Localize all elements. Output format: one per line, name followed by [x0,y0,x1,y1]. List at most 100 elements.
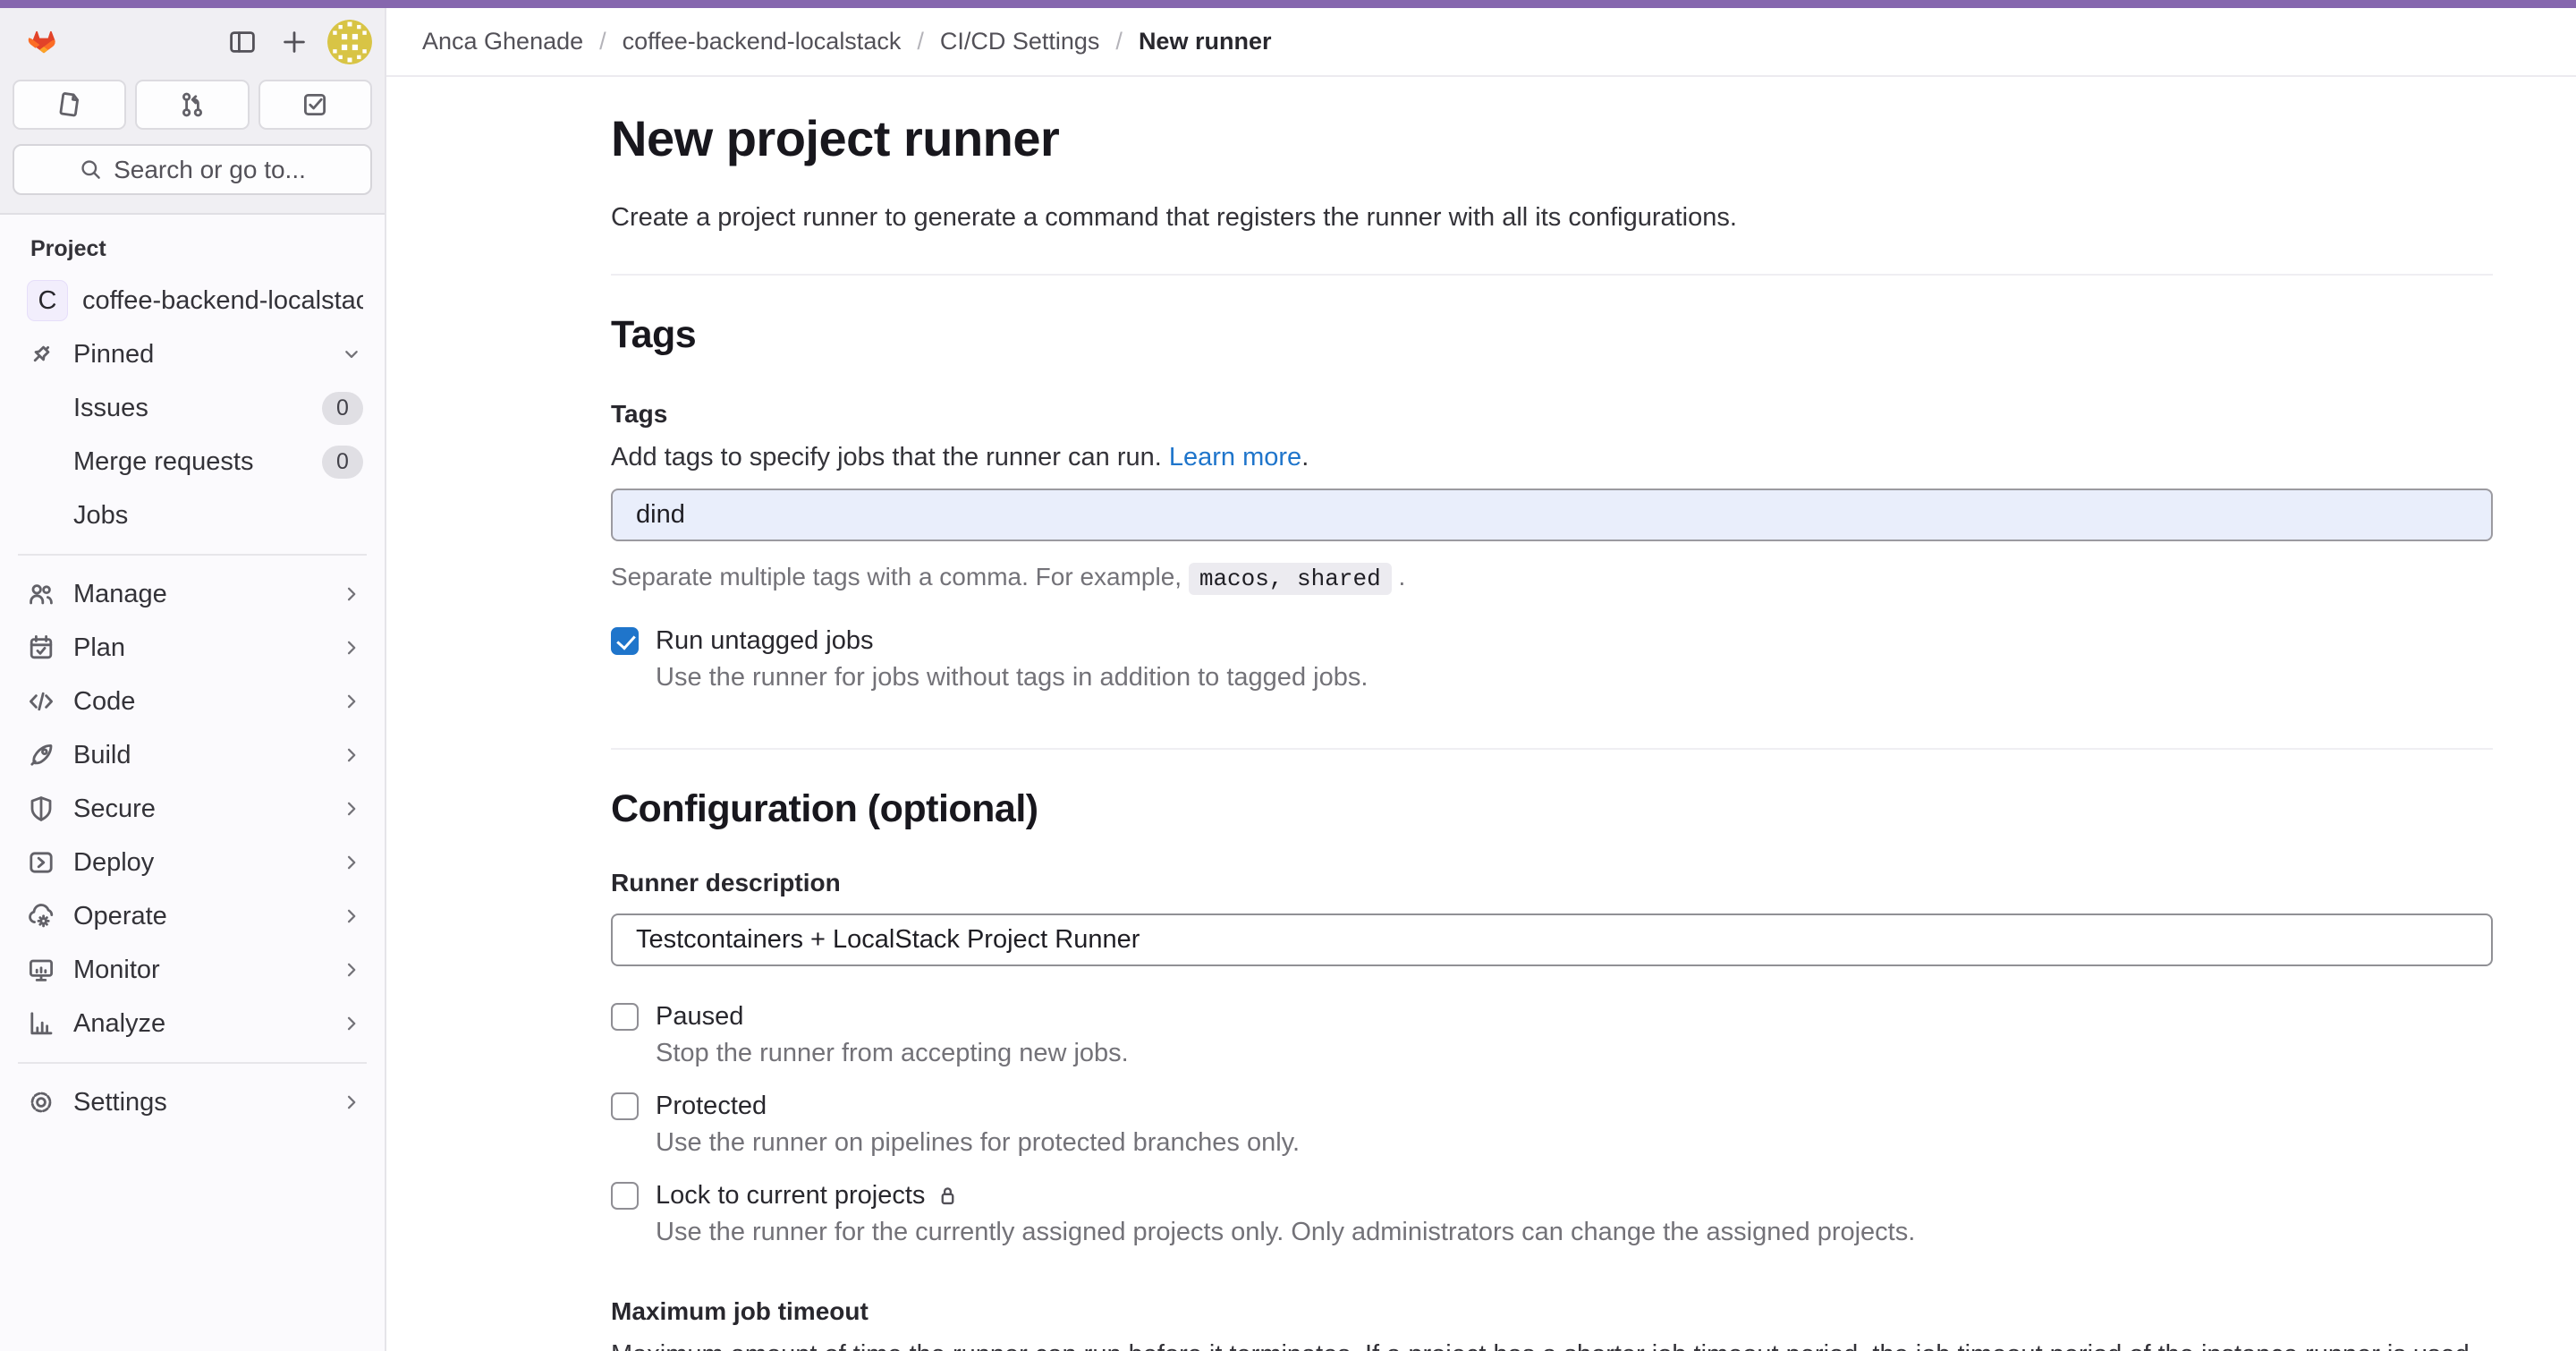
paused-help: Stop the runner from accepting new jobs. [656,1039,2493,1068]
window-accent-bar [0,0,2576,8]
sidebar-item-plan[interactable]: Plan [7,622,377,674]
max-job-timeout-description: Maximum amount of time the runner can ru… [611,1340,2493,1351]
breadcrumb: Anca Ghenade / coffee-backend-localstack… [422,28,1271,55]
max-job-timeout-label: Maximum job timeout [611,1297,2493,1326]
tanuki-icon [21,20,66,64]
todo-check-icon [301,90,329,119]
sidebar-item-project[interactable]: C coffee-backend-localstack [7,275,377,327]
create-new-button[interactable] [268,16,320,68]
project-name: coffee-backend-localstack [82,286,363,316]
run-untagged-jobs-checkbox[interactable] [611,627,639,655]
run-untagged-jobs-checkbox-row[interactable]: Run untagged jobs [611,626,2493,656]
code-icon [27,687,55,716]
protected-checkbox-row[interactable]: Protected [611,1092,2493,1121]
monitor-icon [27,956,55,984]
sidebar-item-build[interactable]: Build [7,729,377,781]
breadcrumb-item-cicd-settings[interactable]: CI/CD Settings [940,28,1100,55]
lock-to-projects-checkbox[interactable] [611,1182,639,1210]
protected-help: Use the runner on pipelines for protecte… [656,1128,2493,1158]
learn-more-link[interactable]: Learn more [1169,443,1301,472]
topbar: Anca Ghenade / coffee-backend-localstack… [386,8,2576,77]
page-title: New project runner [611,109,2493,167]
deploy-icon [27,848,55,877]
issues-count-badge: 0 [322,392,363,425]
shortcut-todos-button[interactable] [258,80,372,130]
breadcrumb-item-project[interactable]: coffee-backend-localstack [623,28,902,55]
configuration-section-heading: Configuration (optional) [611,787,2493,831]
sidebar-item-merge-requests[interactable]: Merge requests 0 [7,436,377,488]
sidebar-item-pinned[interactable]: Pinned [7,328,377,380]
lock-icon [936,1184,960,1208]
sidebar-header: Search or go to... [0,8,385,215]
runner-description-label: Runner description [611,869,2493,897]
sidebar-item-monitor[interactable]: Monitor [7,944,377,996]
main-content: New project runner Create a project runn… [388,77,2576,1351]
tags-example-code: macos, shared [1189,563,1392,595]
breadcrumb-separator: / [917,28,924,55]
sidebar-item-manage[interactable]: Manage [7,568,377,620]
chevron-right-icon [340,797,363,820]
chevron-right-icon [340,690,363,713]
paused-checkbox-row[interactable]: Paused [611,1002,2493,1032]
toggle-sidebar-button[interactable] [216,16,268,68]
sidebar-item-jobs[interactable]: Jobs [7,489,377,541]
runner-description-input[interactable] [611,913,2493,966]
cloud-gear-icon [27,902,55,930]
breadcrumb-separator: / [599,28,606,55]
shortcut-merge-requests-button[interactable] [135,80,249,130]
chevron-right-icon [340,1091,363,1114]
section-divider [611,274,2493,276]
protected-checkbox[interactable] [611,1092,639,1120]
breadcrumb-item-current: New runner [1139,28,1272,55]
tags-hint: Separate multiple tags with a comma. For… [611,563,2493,592]
issues-icon [55,90,84,119]
shield-icon [27,794,55,823]
search-input[interactable]: Search or go to... [13,144,372,195]
sidebar: Search or go to... Project C coffee-back… [0,8,386,1351]
merge-request-icon [178,90,207,119]
bar-chart-icon [27,1009,55,1038]
sidebar-item-operate[interactable]: Operate [7,890,377,942]
sidebar-divider [18,554,367,556]
lock-to-projects-checkbox-row[interactable]: Lock to current projects [611,1181,2493,1211]
user-avatar[interactable] [327,20,372,64]
pinned-label: Pinned [73,340,340,370]
chevron-right-icon [340,905,363,928]
sidebar-panel-icon [228,28,257,56]
search-icon [79,157,103,182]
sidebar-item-code[interactable]: Code [7,676,377,727]
chevron-right-icon [340,636,363,659]
tags-input[interactable] [611,489,2493,541]
pin-icon [27,340,55,369]
tags-field-help: Add tags to specify jobs that the runner… [611,443,2493,472]
plus-icon [280,28,309,56]
sidebar-section-label: Project [7,229,377,275]
runner-options: Paused Stop the runner from accepting ne… [611,1002,2493,1247]
sidebar-item-settings[interactable]: Settings [7,1076,377,1128]
paused-label: Paused [656,1002,743,1032]
breadcrumb-item-user[interactable]: Anca Ghenade [422,28,583,55]
calendar-check-icon [27,633,55,662]
sidebar-item-secure[interactable]: Secure [7,783,377,835]
users-icon [27,580,55,608]
gitlab-logo[interactable] [21,20,68,64]
search-placeholder: Search or go to... [114,156,306,184]
paused-checkbox[interactable] [611,1003,639,1031]
merge-requests-count-badge: 0 [322,446,363,479]
sidebar-item-deploy[interactable]: Deploy [7,837,377,888]
sidebar-divider [18,1062,367,1064]
lock-to-projects-help: Use the runner for the currently assigne… [656,1218,2493,1247]
avatar-identicon [327,20,372,64]
shortcut-issues-button[interactable] [13,80,126,130]
sidebar-item-issues[interactable]: Issues 0 [7,382,377,434]
project-avatar: C [27,280,68,321]
breadcrumb-separator: / [1115,28,1123,55]
tags-section-heading: Tags [611,313,2493,357]
section-divider [611,748,2493,750]
tags-field-label: Tags [611,400,2493,429]
chevron-down-icon [340,343,363,366]
sidebar-item-analyze[interactable]: Analyze [7,998,377,1049]
lock-to-projects-label: Lock to current projects [656,1181,960,1211]
chevron-right-icon [340,851,363,874]
run-untagged-jobs-help: Use the runner for jobs without tags in … [656,663,2493,692]
